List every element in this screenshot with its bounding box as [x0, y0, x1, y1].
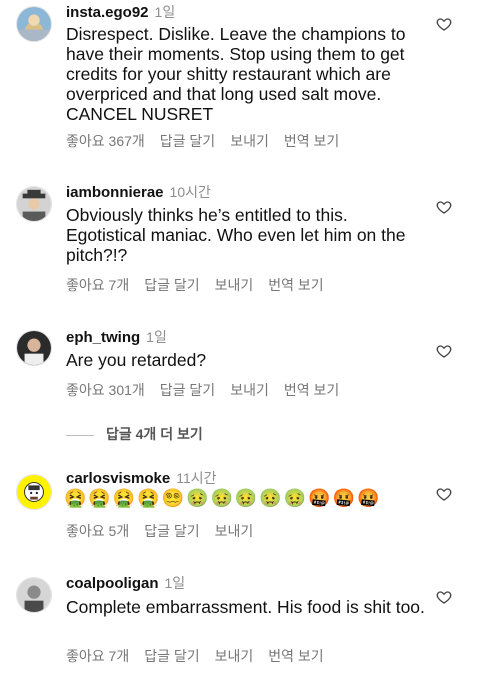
reply-button[interactable]: 답글 달기 [160, 382, 215, 398]
likes-count[interactable]: 좋아요 301개 [66, 382, 145, 398]
heart-outline-icon[interactable] [436, 589, 452, 605]
translate-button[interactable]: 번역 보기 [268, 648, 323, 664]
translate-button[interactable]: 번역 보기 [284, 133, 339, 149]
likes-count[interactable]: 좋아요 7개 [66, 648, 129, 664]
reply-button[interactable]: 답글 달기 [144, 277, 199, 293]
send-button[interactable]: 보내기 [230, 133, 269, 149]
likes-count[interactable]: 좋아요 7개 [66, 277, 129, 293]
view-replies-label: 답글 4개 더 보기 [106, 426, 203, 442]
heart-outline-icon[interactable] [436, 199, 452, 215]
comment-time: 11시간 [176, 470, 217, 486]
comment-text: Are you retarded? [66, 350, 207, 370]
comment-emoji-text: 🤮🤮🤮🤮😵‍💫🤢🤢🤢🤢🤢🤬🤬🤬 [64, 488, 382, 508]
comment-time: 1일 [164, 575, 186, 591]
comment-time: 1일 [146, 329, 167, 345]
avatar[interactable] [16, 6, 52, 42]
comment-text: Complete embarrassment. His food is shit… [66, 597, 425, 617]
translate-button[interactable]: 번역 보기 [284, 382, 339, 398]
heart-outline-icon[interactable] [436, 486, 452, 502]
comment-text: Obviously thinks he’s entitled to this. … [66, 205, 406, 265]
send-button[interactable]: 보내기 [215, 523, 254, 539]
reply-button[interactable]: 답글 달기 [144, 523, 199, 539]
comment-time: 1일 [154, 4, 176, 20]
avatar[interactable] [16, 577, 52, 613]
reply-thread-line [66, 434, 94, 436]
comment-username[interactable]: coalpooligan [66, 575, 159, 592]
view-replies-button[interactable]: 답글 4개 더 보기 [66, 424, 203, 444]
avatar[interactable] [16, 330, 52, 366]
reply-button[interactable]: 답글 달기 [144, 648, 199, 664]
likes-count[interactable]: 좋아요 367개 [66, 133, 145, 149]
send-button[interactable]: 보내기 [215, 648, 254, 664]
comment-text: Disrespect. Dislike. Leave the champions… [66, 24, 406, 124]
heart-outline-icon[interactable] [436, 16, 452, 32]
send-button[interactable]: 보내기 [215, 277, 254, 293]
avatar[interactable] [16, 186, 52, 222]
comment-username[interactable]: carlosvismoke [66, 470, 170, 487]
translate-button[interactable]: 번역 보기 [268, 277, 323, 293]
send-button[interactable]: 보내기 [230, 382, 269, 398]
avatar[interactable] [16, 474, 52, 510]
comment-username[interactable]: iambonnierae [66, 184, 164, 201]
comment-time: 10시간 [169, 184, 211, 200]
likes-count[interactable]: 좋아요 5개 [66, 523, 129, 539]
comment-username[interactable]: eph_twing [66, 329, 140, 346]
heart-outline-icon[interactable] [436, 343, 452, 359]
comment-username[interactable]: insta.ego92 [66, 4, 149, 21]
reply-button[interactable]: 답글 달기 [160, 133, 215, 149]
